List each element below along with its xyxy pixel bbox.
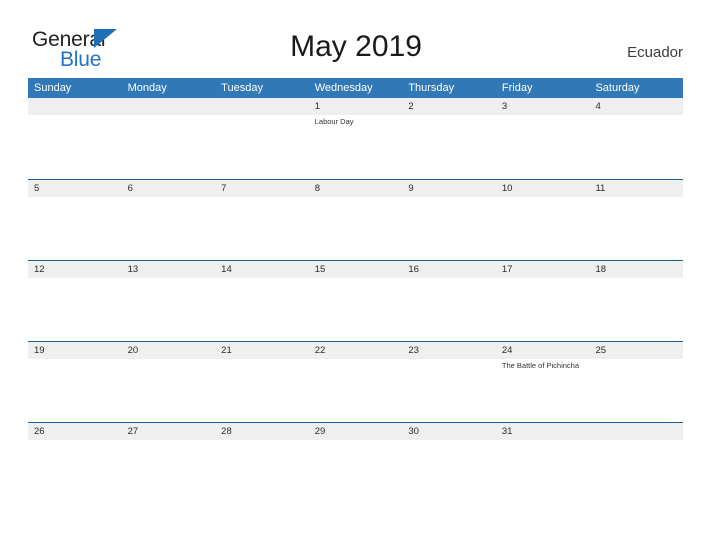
- day-events: The Battle of Pichincha: [502, 361, 586, 371]
- calendar-weekday-header: Sunday Monday Tuesday Wednesday Thursday Frid…: [28, 78, 683, 98]
- week-cells: 1 Labour Day 2 3 4: [28, 98, 683, 179]
- day-number: 9: [408, 183, 414, 194]
- weekday-header-friday: Friday: [501, 82, 533, 94]
- day-cell-empty: [589, 423, 683, 503]
- day-cell[interactable]: 29: [309, 423, 403, 503]
- day-cell[interactable]: 12: [28, 261, 122, 341]
- day-cell-empty: [215, 98, 309, 179]
- day-cell[interactable]: 24 The Battle of Pichincha: [496, 342, 590, 422]
- day-cell[interactable]: 8: [309, 180, 403, 260]
- day-cell[interactable]: 17: [496, 261, 590, 341]
- weekday-header-sunday: Sunday: [34, 82, 72, 94]
- day-number: 27: [127, 426, 139, 437]
- weekday-header-saturday: Saturday: [595, 82, 640, 94]
- day-cell[interactable]: 1 Labour Day: [309, 98, 403, 179]
- day-number: 21: [221, 345, 232, 356]
- day-cell[interactable]: 5: [28, 180, 122, 260]
- day-cell[interactable]: 13: [122, 261, 216, 341]
- day-number: 12: [34, 264, 45, 275]
- day-cell[interactable]: 11: [589, 180, 683, 260]
- weekday-header-monday: Monday: [127, 82, 167, 94]
- day-cell[interactable]: 19: [28, 342, 122, 422]
- day-cell[interactable]: 14: [215, 261, 309, 341]
- day-cell-empty: [122, 98, 216, 179]
- calendar-week-row: 1 Labour Day 2 3 4: [28, 98, 683, 179]
- day-number: 22: [314, 345, 326, 356]
- page-title: May 2019: [290, 30, 422, 63]
- day-cell[interactable]: 7: [215, 180, 309, 260]
- weekday-header-wednesday: Wednesday: [314, 82, 373, 94]
- day-number: 16: [408, 264, 419, 275]
- week-cells: 12 13 14 15 16 17 18: [28, 261, 683, 341]
- week-cells: 26 27 28 29 30 31: [28, 423, 683, 503]
- day-cell-empty: [28, 98, 122, 179]
- day-number: 25: [595, 345, 607, 356]
- day-number: 24: [501, 345, 513, 356]
- day-cell[interactable]: 10: [496, 180, 590, 260]
- day-cell[interactable]: 23: [402, 342, 496, 422]
- day-cell[interactable]: 26: [28, 423, 122, 503]
- day-cell[interactable]: 22: [309, 342, 403, 422]
- week-cells: 19 20 21 22 23 24 The Battle of Pichincha 25: [28, 342, 683, 422]
- day-number: [595, 423, 679, 440]
- event-label: The Battle of Pichincha: [501, 361, 580, 370]
- day-cell[interactable]: 6: [122, 180, 216, 260]
- calendar-table: Sunday Monday Tuesday Wednesday Thursday Frid…: [28, 78, 683, 503]
- day-number: [34, 98, 118, 115]
- day-number: 13: [127, 264, 139, 275]
- day-cell[interactable]: 16: [402, 261, 496, 341]
- day-cell[interactable]: 31: [496, 423, 590, 503]
- week-cells: 5 6 7 8 9 10 11: [28, 180, 683, 260]
- day-cell[interactable]: 30: [402, 423, 496, 503]
- day-number: 8: [314, 183, 321, 194]
- day-number: 4: [595, 101, 601, 112]
- day-cell[interactable]: 28: [215, 423, 309, 503]
- day-number: 7: [221, 183, 227, 194]
- region-label: Ecuador: [627, 44, 683, 61]
- calendar-weeks: 1 Labour Day 2 3 4 5 6 7 8 9 10 11 12 13 14 15 16 17 18 19 2…: [28, 98, 683, 503]
- day-number: 18: [595, 264, 607, 275]
- page-header: General Blue May 2019 Ecuador: [0, 0, 712, 76]
- day-cell[interactable]: 18: [589, 261, 683, 341]
- day-number: 31: [501, 426, 513, 437]
- day-number: 19: [34, 345, 45, 356]
- day-number: 15: [314, 264, 326, 275]
- weekday-header-tuesday: Tuesday: [221, 82, 263, 94]
- day-number: 23: [408, 345, 419, 356]
- day-number: [221, 98, 305, 115]
- day-number: 17: [501, 264, 513, 275]
- calendar-week-row: 5 6 7 8 9 10 11: [28, 179, 683, 260]
- day-number: 28: [221, 426, 232, 437]
- calendar-week-row: 26 27 28 29 30 31: [28, 422, 683, 503]
- day-cell[interactable]: 3: [496, 98, 590, 179]
- day-cell[interactable]: 9: [402, 180, 496, 260]
- calendar-week-row: 19 20 21 22 23 24 The Battle of Pichincha 25: [28, 341, 683, 422]
- day-cell[interactable]: 25: [589, 342, 683, 422]
- calendar-week-row: 12 13 14 15 16 17 18: [28, 260, 683, 341]
- day-cell[interactable]: 21: [215, 342, 309, 422]
- weekday-header-thursday: Thursday: [408, 82, 455, 94]
- day-cell[interactable]: 27: [122, 423, 216, 503]
- day-cell[interactable]: 15: [309, 261, 403, 341]
- day-cell[interactable]: 4: [589, 98, 683, 179]
- day-number: 30: [408, 426, 419, 437]
- day-number: 29: [314, 426, 326, 437]
- day-number: 20: [127, 345, 139, 356]
- day-number: 2: [408, 101, 414, 112]
- day-number: 11: [595, 183, 606, 194]
- day-number: [128, 98, 212, 115]
- day-number: 6: [127, 183, 133, 194]
- day-cell[interactable]: 20: [122, 342, 216, 422]
- day-number: 5: [34, 183, 40, 194]
- day-number: 1: [314, 101, 321, 112]
- day-number: 14: [221, 264, 232, 275]
- day-number: 26: [34, 426, 45, 437]
- day-cell[interactable]: 2: [402, 98, 496, 179]
- day-number: 10: [501, 183, 513, 194]
- day-events: Labour Day: [315, 117, 399, 127]
- day-number: 3: [501, 101, 508, 112]
- event-label: Labour Day: [314, 117, 354, 126]
